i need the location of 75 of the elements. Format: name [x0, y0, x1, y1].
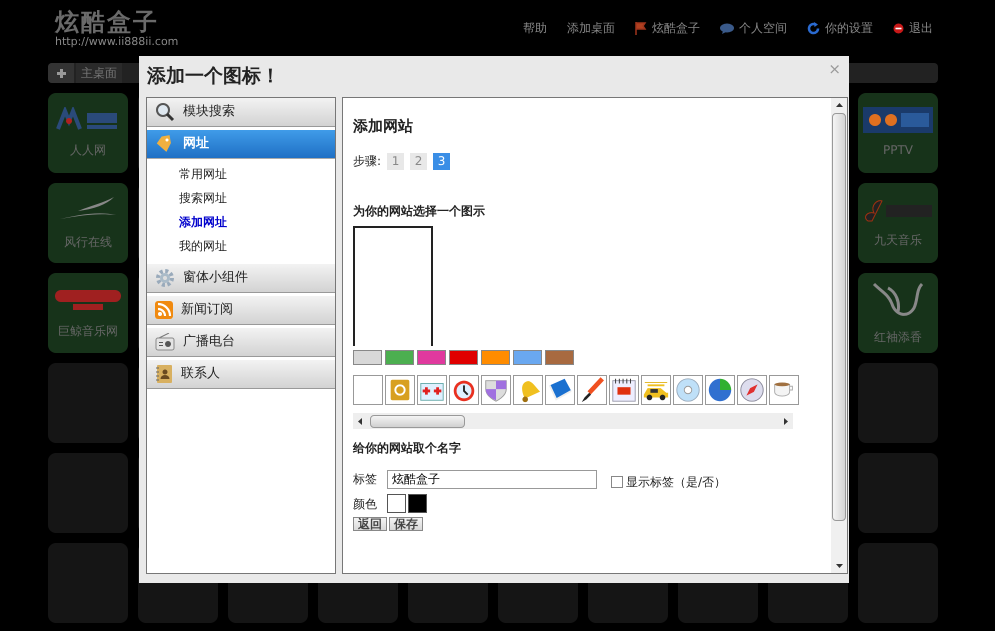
step-indicator: 2 [410, 152, 428, 170]
compass-icon [738, 376, 766, 404]
color-swatch[interactable] [353, 350, 382, 365]
eyes-logo-drawing [863, 107, 933, 133]
site-url: http://www.ii888ii.com [55, 36, 178, 48]
scroll-left-icon [358, 418, 362, 424]
show-label-checkbox[interactable]: 显示标签（是/否） [611, 473, 726, 491]
site-logo[interactable]: 炫酷盒子 [55, 8, 178, 36]
nav-link[interactable]: 帮助 [523, 19, 547, 37]
dialog-title: 添加一个图标！ [147, 64, 280, 89]
tile-label: 风行在线 [64, 234, 112, 251]
speech-bubble-icon [720, 22, 734, 34]
icon-choice[interactable] [449, 375, 479, 405]
color-swatch[interactable] [449, 350, 478, 365]
category-header[interactable]: 模块搜索 [147, 98, 335, 127]
nav-link[interactable]: 你的设置 [807, 19, 873, 37]
scroll-thumb[interactable] [370, 414, 465, 428]
color-swatch[interactable] [481, 350, 510, 365]
nav-link[interactable]: 退出 [893, 19, 933, 37]
step-indicator: 1 [387, 152, 404, 170]
vertical-scrollbar[interactable] [831, 98, 847, 573]
text-color-swatch[interactable] [387, 494, 406, 513]
category-header[interactable]: 网址 [147, 130, 335, 159]
category-link[interactable]: 我的网址 [179, 234, 335, 258]
section-title: 为你的网站选择一个图示 [353, 203, 486, 220]
scroll-up-icon [836, 103, 842, 107]
step-indicator: 3 [433, 152, 450, 170]
stop-icon [893, 22, 904, 34]
category-header[interactable]: 新闻订阅 [147, 296, 335, 325]
field-label: 颜色 [353, 496, 378, 512]
scroll-thumb[interactable] [832, 113, 846, 521]
plus-icon [56, 68, 66, 78]
color-swatch[interactable] [417, 350, 446, 365]
tag-input-field[interactable]: 炫酷盒子 [387, 470, 597, 488]
color-swatch[interactable] [513, 350, 542, 365]
steps-label: 步骤: [353, 153, 382, 170]
calendar-icon [610, 376, 638, 404]
category-header[interactable]: 窗体小组件 [147, 264, 335, 293]
gear-icon [155, 268, 175, 288]
category-link[interactable]: 常用网址 [179, 162, 335, 186]
color-swatch[interactable] [385, 350, 414, 365]
category-link[interactable]: 搜索网址 [179, 186, 335, 210]
scroll-down-icon [836, 564, 842, 568]
category-header[interactable]: 广播电台 [147, 328, 335, 357]
search-icon [155, 102, 175, 122]
field-label: 标签 [353, 471, 378, 488]
tile-label: 巨鲸音乐网 [58, 323, 118, 340]
scroll-right-icon [784, 418, 788, 424]
form-button[interactable]: 返回 [353, 517, 387, 531]
nav-link[interactable]: 炫酷盒子 [635, 19, 700, 37]
tile-label: 九天音乐 [874, 232, 922, 249]
content-heading: 添加网站 [353, 116, 414, 136]
pie-chart-icon [706, 376, 734, 404]
tile-label: PPTV [882, 142, 913, 159]
section-title: 给你的网站取个名字 [353, 440, 462, 457]
flag-icon [635, 22, 647, 34]
nav-link[interactable]: 添加桌面 [567, 19, 615, 37]
tile-label: 人人网 [70, 142, 106, 159]
disc-icon [674, 376, 702, 404]
tile-label: 红袖添香 [874, 329, 922, 346]
nav-link[interactable]: 个人空间 [720, 19, 787, 37]
desktop-tab[interactable]: 主桌面 [76, 63, 122, 83]
color-swatch[interactable] [545, 350, 574, 365]
category-header[interactable]: 联系人 [147, 360, 335, 389]
icon-choice[interactable] [641, 375, 671, 405]
refresh-icon [807, 22, 820, 34]
text-color-swatch[interactable] [408, 494, 427, 513]
address-book-icon [155, 364, 173, 384]
horizontal-scrollbar[interactable] [353, 413, 793, 429]
rss-icon [155, 301, 173, 319]
category-link[interactable]: 添加网址 [179, 210, 335, 234]
form-button[interactable]: 保存 [389, 517, 423, 531]
add-desktop-button[interactable] [48, 63, 74, 83]
icon-choice[interactable] [577, 375, 607, 405]
radio-icon [155, 333, 175, 351]
